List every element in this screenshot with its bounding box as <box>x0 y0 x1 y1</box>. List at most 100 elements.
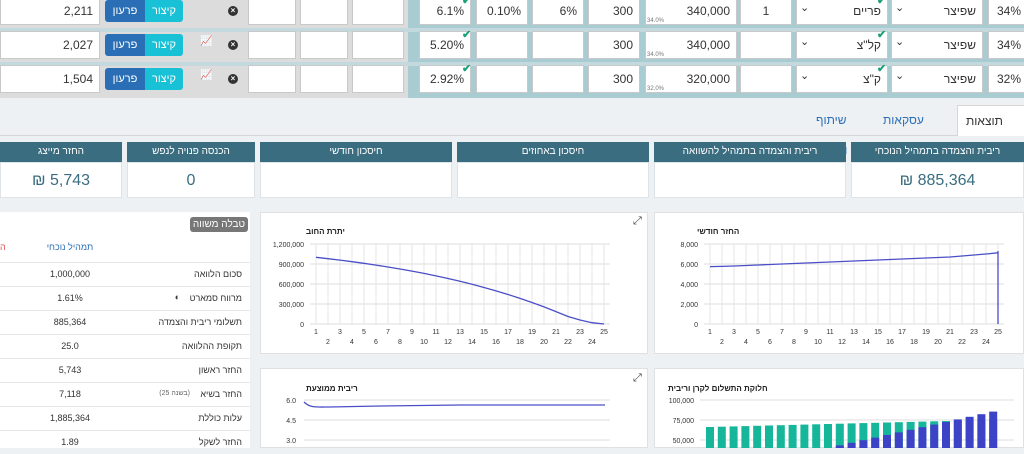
empty-field[interactable] <box>352 65 404 93</box>
table-row: עלות כוללת 1,885,364 <box>0 406 250 430</box>
empty-field[interactable] <box>300 31 348 59</box>
x-tick-label: 1 <box>314 329 318 336</box>
x-tick-label: 22 <box>564 339 572 346</box>
empty-field[interactable] <box>248 31 296 59</box>
index-field[interactable] <box>740 65 792 93</box>
kpi-value <box>457 162 649 198</box>
rate-field[interactable]: 6% <box>532 0 584 25</box>
trend-icon[interactable]: 📈 <box>200 36 212 47</box>
anchor-field[interactable] <box>476 65 528 93</box>
empty-field[interactable] <box>248 65 296 93</box>
remove-icon[interactable]: × <box>228 74 238 84</box>
check-icon: ✔ <box>462 63 472 75</box>
tab-mix-results[interactable]: תוצאות תמהיל <box>957 105 1024 158</box>
expand-icon[interactable]: ⤢ <box>633 372 642 385</box>
percent-cell[interactable]: 34% <box>988 0 1024 25</box>
tab-share-summary[interactable]: שיתוף וסיכום <box>808 105 878 157</box>
shorten-button[interactable]: קיצור <box>145 68 183 90</box>
table-row-sublabel: (בשנה 25) <box>159 390 190 397</box>
rate-field[interactable] <box>532 31 584 59</box>
x-tick-label: 20 <box>934 339 942 346</box>
index-field[interactable]: 1 <box>740 0 792 25</box>
x-tick-label: 10 <box>814 339 822 346</box>
track-row: 34% שפיצר קל"צ 340,000 300 5.20% 2,027 ⌄ ⌄ ✔ ✔ 34.0… <box>0 29 1024 60</box>
chevron-down-icon: ⌄ <box>800 70 810 82</box>
y-tick-label: 600,000 <box>279 282 304 289</box>
x-tick-label: 25 <box>600 329 608 336</box>
check-icon: ✔ <box>877 0 887 7</box>
x-tick-label: 4 <box>744 339 748 346</box>
x-tick-label: 25 <box>994 329 1002 336</box>
x-tick-label: 9 <box>410 329 414 336</box>
bar-principal <box>930 424 939 448</box>
info-icon[interactable]: ◐ <box>175 292 180 302</box>
kpi-label: חיסכון חודשי <box>260 142 452 162</box>
check-icon: ✔ <box>462 29 472 41</box>
track-type-select[interactable]: פריים <box>796 0 888 25</box>
y-tick-label: 6.0 <box>286 398 296 405</box>
months-field[interactable]: 300 <box>588 31 640 59</box>
method-select[interactable]: שפיצר <box>891 31 983 59</box>
chart-principal-interest: 100,000 75,000 50,000 <box>669 398 1014 448</box>
anchor-field[interactable] <box>476 31 528 59</box>
bar-interest <box>788 424 797 448</box>
percent-cell[interactable]: 34% <box>988 31 1024 59</box>
empty-field[interactable] <box>300 0 348 25</box>
months-field[interactable]: 300 <box>588 0 640 25</box>
tab-similar-deals[interactable]: עסקאות דומות <box>875 105 955 157</box>
x-tick-label: 6 <box>768 339 772 346</box>
empty-field[interactable] <box>352 0 404 25</box>
remove-icon[interactable]: × <box>228 6 238 16</box>
method-select[interactable]: שפיצר <box>891 65 983 93</box>
comparison-table-badge: טבלה משווה <box>190 217 248 232</box>
track-type-select[interactable]: קל"צ <box>796 31 888 59</box>
anchor-field[interactable]: 0.10% <box>476 0 528 25</box>
bar-principal <box>953 419 962 448</box>
empty-field[interactable] <box>248 0 296 25</box>
track-type-select[interactable]: ק"צ <box>796 65 888 93</box>
expand-icon[interactable]: ⤢ <box>633 215 642 228</box>
x-tick-label: 9 <box>804 329 808 336</box>
kpi-label: הכנסה פנויה לנפש <box>127 142 255 162</box>
x-tick-label: 8 <box>792 339 796 346</box>
y-tick-label: 0 <box>694 322 698 329</box>
bar-interest <box>729 426 738 448</box>
x-tick-label: 16 <box>886 339 894 346</box>
table-row-label: עלות כוללת <box>198 413 242 423</box>
repay-button[interactable]: פרעון <box>105 68 145 90</box>
results-tabs: תוצאות תמהיל עסקאות דומות שיתוף וסיכום <box>0 98 1024 158</box>
y-tick-label: 6,000 <box>680 262 698 269</box>
x-tick-label: 23 <box>576 329 584 336</box>
x-tick-label: 14 <box>468 339 476 346</box>
index-field[interactable] <box>740 31 792 59</box>
x-tick-label: 23 <box>970 329 978 336</box>
method-select[interactable]: שפיצר <box>891 0 983 25</box>
bar-interest <box>800 424 809 448</box>
empty-field[interactable] <box>352 31 404 59</box>
repay-button[interactable]: פרעון <box>105 0 145 22</box>
x-tick-label: 3 <box>732 329 736 336</box>
repay-button[interactable]: פרעון <box>105 34 145 56</box>
table-row: תשלומי ריבית והצמדה 885,364 <box>0 310 250 334</box>
kpi-label: חיסכון באחוזים <box>457 142 649 162</box>
x-tick-label: 6 <box>374 339 378 346</box>
y-tick-label: 3.0 <box>286 438 296 445</box>
y-tick-label: 8,000 <box>680 242 698 249</box>
trend-icon[interactable]: 📈 <box>200 70 212 81</box>
months-field[interactable]: 300 <box>588 65 640 93</box>
x-tick-label: 17 <box>504 329 512 336</box>
percent-cell[interactable]: 32% <box>988 65 1024 93</box>
kpi-value <box>260 162 452 198</box>
shorten-button[interactable]: קיצור <box>145 0 183 22</box>
table-row-label: תשלומי ריבית והצמדה <box>158 317 242 327</box>
x-tick-label: 1 <box>708 329 712 336</box>
y-tick-label: 50,000 <box>673 438 695 445</box>
shorten-button[interactable]: קיצור <box>145 34 183 56</box>
chart-average-rate: 6.0 4.5 3.0 <box>286 398 610 445</box>
bar-interest <box>706 427 714 448</box>
remove-icon[interactable]: × <box>228 40 238 50</box>
table-row-label: החזר ראשון <box>198 365 242 375</box>
kpi-value: 0 <box>127 162 255 198</box>
rate-field[interactable] <box>532 65 584 93</box>
empty-field[interactable] <box>300 65 348 93</box>
